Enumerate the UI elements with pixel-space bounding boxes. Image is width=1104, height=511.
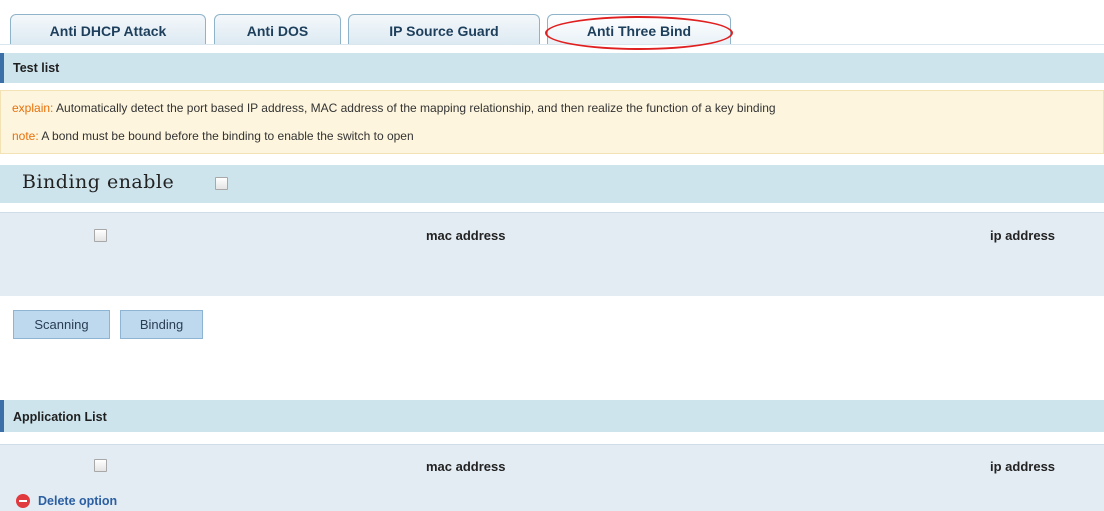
application-select-all-checkbox[interactable] xyxy=(94,459,107,472)
binding-enable-label: Binding enable xyxy=(22,171,175,193)
tab-anti-three-bind[interactable]: Anti Three Bind xyxy=(547,14,731,45)
scan-col-mac-address: mac address xyxy=(426,228,506,243)
scan-select-all-checkbox[interactable] xyxy=(94,229,107,242)
application-list-header: Application List xyxy=(0,400,1104,432)
note-text: A bond must be bound before the binding … xyxy=(38,129,414,143)
explain-text: Automatically detect the port based IP a… xyxy=(53,101,776,115)
tab-divider xyxy=(0,44,1104,45)
scanning-button[interactable]: Scanning xyxy=(13,310,110,339)
note-key: note: xyxy=(12,129,39,143)
section-accent-bar xyxy=(0,400,4,432)
delete-icon xyxy=(16,494,30,508)
tab-bar: Anti DHCP Attack Anti DOS IP Source Guar… xyxy=(0,0,1104,50)
tab-ip-source-guard[interactable]: IP Source Guard xyxy=(348,14,540,45)
anti-three-bind-page: Anti DHCP Attack Anti DOS IP Source Guar… xyxy=(0,0,1104,511)
scan-col-ip-address: ip address xyxy=(990,228,1056,243)
test-list-title: Test list xyxy=(13,61,60,75)
tab-anti-dos[interactable]: Anti DOS xyxy=(214,14,341,45)
explain-key: explain: xyxy=(12,101,54,115)
application-table: mac address ip address xyxy=(0,444,1104,511)
tab-anti-dhcp-attack[interactable]: Anti DHCP Attack xyxy=(10,14,206,45)
notice-box: explain: Automatically detect the port b… xyxy=(0,90,1104,154)
application-col-mac-address: mac address xyxy=(426,459,506,474)
note-line: note: A bond must be bound before the bi… xyxy=(12,129,414,143)
application-col-ip-address: ip address xyxy=(990,459,1056,474)
section-accent-bar xyxy=(0,53,4,83)
binding-button[interactable]: Binding xyxy=(120,310,203,339)
scan-table: mac address ip address xyxy=(0,212,1104,296)
binding-enable-row: Binding enable xyxy=(0,165,1104,203)
test-list-header: Test list xyxy=(0,53,1104,83)
delete-option-label: Delete option xyxy=(38,494,118,508)
explain-line: explain: Automatically detect the port b… xyxy=(12,101,776,115)
application-list-title: Application List xyxy=(13,410,107,424)
binding-enable-checkbox[interactable] xyxy=(215,177,228,190)
